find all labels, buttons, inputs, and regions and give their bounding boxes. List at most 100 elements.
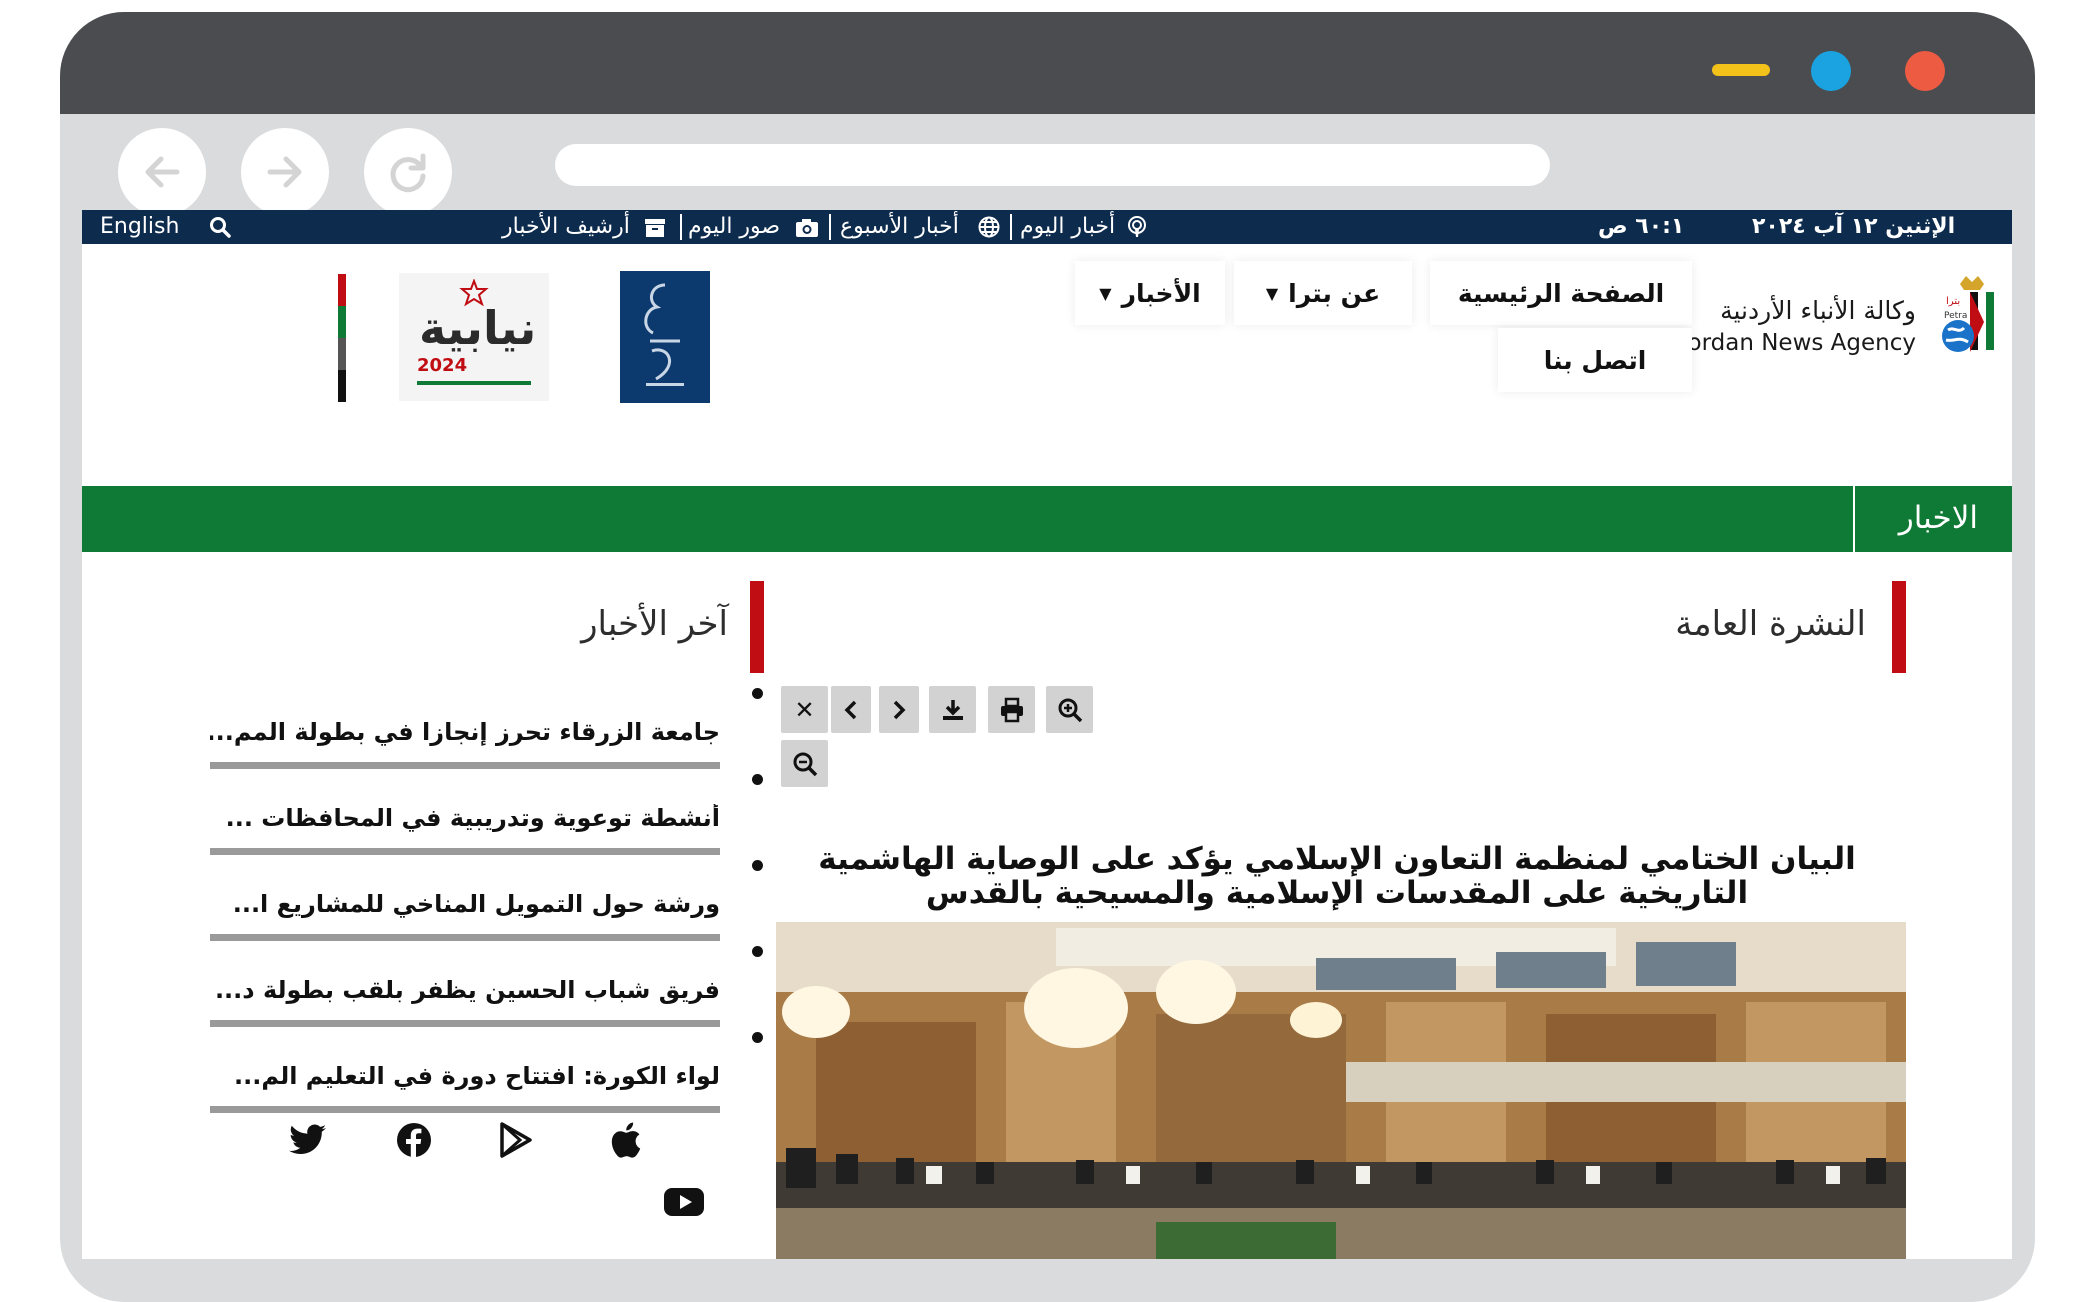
news-item-title[interactable]: لواء الكورة: افتتاح دورة في التعليم الم.…: [210, 1062, 720, 1090]
list-bullet: [752, 1032, 763, 1043]
news-item-divider: [210, 848, 720, 855]
elections-logo-underline: [417, 381, 531, 385]
photos-today-link[interactable]: صور اليوم: [688, 212, 780, 242]
facebook-icon: [397, 1123, 431, 1158]
reload-icon: [390, 153, 426, 193]
news-item-title[interactable]: ورشة حول التمويل المناخي للمشاريع ا...: [210, 890, 720, 918]
chevron-right-icon: [893, 700, 906, 719]
previous-button[interactable]: [831, 686, 871, 733]
twitter-icon: [289, 1124, 326, 1155]
podcast-icon: [1128, 216, 1146, 237]
apple-store-link[interactable]: [606, 1120, 646, 1160]
minimize-button[interactable]: [1712, 64, 1770, 76]
zoom-in-icon: [1058, 698, 1082, 722]
news-item[interactable]: ورشة حول التمويل المناخي للمشاريع ا...: [210, 890, 720, 976]
google-play-icon: [500, 1122, 532, 1158]
caret-down-icon: ▼: [1265, 283, 1279, 303]
sidebar-accent: [750, 581, 764, 673]
section-bar: الاخبار: [82, 486, 2012, 552]
menu-home[interactable]: الصفحة الرئيسية: [1430, 261, 1692, 325]
print-button[interactable]: [988, 686, 1035, 733]
section-bar-divider: [1853, 486, 1855, 552]
top-bar: English أرشيف الأخبار صور اليوم أخبار ال…: [82, 210, 2012, 244]
arrow-right-icon: [267, 156, 302, 188]
forward-button[interactable]: [241, 128, 329, 216]
news-item-divider: [210, 1020, 720, 1027]
conference-hall-image: [776, 922, 1906, 1259]
current-date: الإثنين ١٢ آب ٢٠٢٤: [1752, 214, 1956, 239]
svg-text:Petra: Petra: [1944, 311, 1967, 321]
twitter-link[interactable]: [288, 1120, 328, 1160]
menu-contact[interactable]: اتصل بنا: [1498, 328, 1692, 392]
jubilee-emblem-icon: [644, 283, 684, 386]
print-icon: [1000, 697, 1023, 722]
news-item[interactable]: أنشطة توعوية وتدريبية في المحافظات ...: [210, 804, 720, 890]
flag-stripe: [338, 274, 346, 402]
menu-contact-label: اتصل بنا: [1543, 345, 1647, 375]
news-item-title[interactable]: جامعة الزرقاء تحرز إنجازا في بطولة المم.…: [210, 718, 720, 746]
caret-down-icon: ▼: [1099, 283, 1112, 303]
menu-news[interactable]: الأخبار ▼: [1075, 261, 1225, 325]
archive-icon: [645, 219, 665, 237]
section-bar-title[interactable]: الاخبار: [1899, 500, 1978, 536]
list-bullet: [752, 860, 763, 871]
elections-logo-year: 2024: [417, 355, 468, 376]
menu-about-label: عن بترا: [1288, 278, 1381, 308]
youtube-icon: [664, 1188, 704, 1216]
divider: [680, 214, 682, 240]
news-item[interactable]: فريق شباب الحسين يظفر بلقب بطولة د...: [210, 976, 720, 1062]
download-button[interactable]: [929, 686, 976, 733]
youtube-link[interactable]: [662, 1182, 706, 1222]
reload-button[interactable]: [364, 128, 452, 216]
elections-logo-text: نيابية: [419, 301, 537, 355]
svg-text:بترا: بترا: [1946, 296, 1960, 307]
maximize-button[interactable]: [1811, 51, 1851, 91]
petra-emblem-icon: بترا Petra: [1942, 276, 1994, 352]
news-item-title[interactable]: أنشطة توعوية وتدريبية في المحافظات ...: [210, 804, 720, 832]
main-section-accent: [1892, 581, 1906, 673]
language-link[interactable]: English: [100, 212, 179, 242]
globe-icon: [978, 216, 1000, 238]
menu-home-label: الصفحة الرئيسية: [1457, 278, 1665, 308]
close-icon: ✕: [794, 695, 815, 724]
today-news-link[interactable]: أخبار اليوم: [1020, 212, 1115, 242]
list-bullet: [752, 946, 763, 957]
back-button[interactable]: [118, 128, 206, 216]
browser-titlebar: [60, 12, 2035, 114]
facebook-link[interactable]: [394, 1120, 434, 1160]
zoom-out-icon: [793, 752, 817, 776]
next-button[interactable]: [879, 686, 919, 733]
arrow-left-icon: [145, 156, 180, 188]
camera-icon: [796, 219, 818, 237]
menu-news-label: الأخبار: [1121, 278, 1201, 308]
week-news-link[interactable]: أخبار الأسبوع: [840, 212, 959, 242]
menu-about[interactable]: عن بترا ▼: [1234, 261, 1412, 325]
main-section-title: النشرة العامة: [1675, 604, 1866, 644]
close-window-button[interactable]: [1905, 51, 1945, 91]
news-item-title[interactable]: فريق شباب الحسين يظفر بلقب بطولة د...: [210, 976, 720, 1004]
news-archive-link[interactable]: أرشيف الأخبار: [502, 212, 630, 242]
agency-name-english: Jordan News Agency: [1680, 330, 1916, 356]
search-icon[interactable]: [208, 215, 232, 239]
sidebar-title: آخر الأخبار: [581, 604, 728, 644]
zoom-out-button[interactable]: [781, 740, 828, 787]
address-bar[interactable]: [555, 144, 1550, 186]
news-item[interactable]: جامعة الزرقاء تحرز إنجازا في بطولة المم.…: [210, 718, 720, 804]
web-page: English أرشيف الأخبار صور اليوم أخبار ال…: [82, 210, 2012, 1259]
apple-icon: [611, 1122, 641, 1158]
news-item-divider: [210, 1106, 720, 1113]
news-item-divider: [210, 934, 720, 941]
agency-name-arabic: وكالة الأنباء الأردنية: [1720, 296, 1916, 325]
article-headline[interactable]: البيان الختامي لمنظمة التعاون الإسلامي ي…: [802, 842, 1872, 910]
article-photo[interactable]: [776, 922, 1906, 1259]
close-button[interactable]: ✕: [781, 686, 828, 733]
zoom-in-button[interactable]: [1046, 686, 1093, 733]
divider: [1010, 214, 1012, 240]
download-icon: [942, 699, 963, 720]
list-bullet: [752, 688, 763, 699]
jubilee-badge[interactable]: [620, 271, 710, 403]
google-play-link[interactable]: [496, 1120, 536, 1160]
elections-logo[interactable]: نيابية 2024: [399, 273, 549, 401]
divider: [829, 214, 831, 240]
current-time: ٦٠:١ ص: [1598, 214, 1685, 239]
